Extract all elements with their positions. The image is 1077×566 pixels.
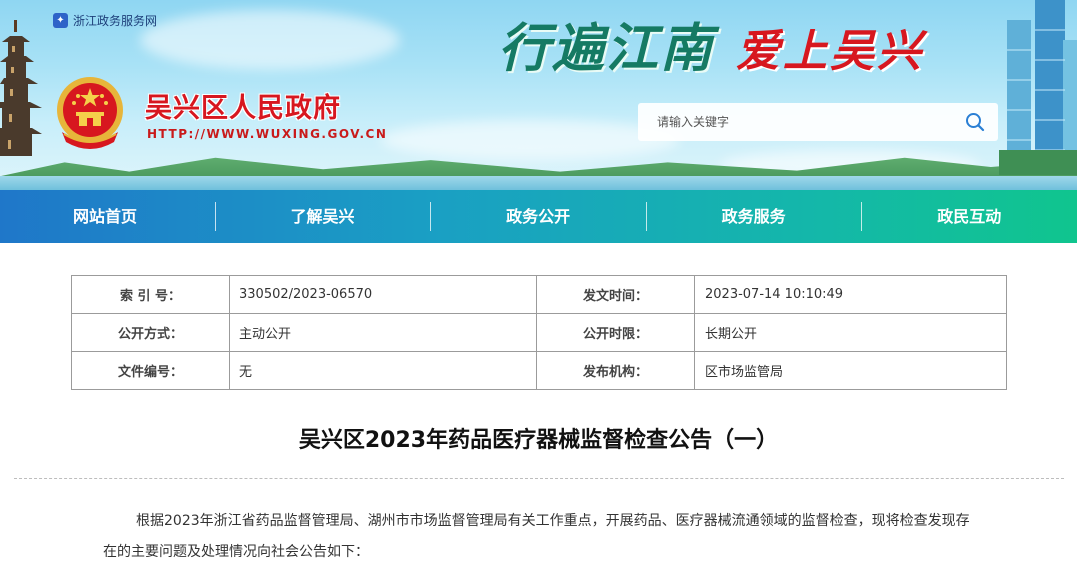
pagoda-illustration <box>0 20 42 156</box>
date-value: 2023-07-14 10:10:49 <box>694 275 1007 314</box>
nav-item-about[interactable]: 了解吴兴 <box>214 190 431 243</box>
document-info-table: 索 引 号： 330502/2023-06570 发文时间： 2023-07-1… <box>71 275 1007 390</box>
search-button[interactable] <box>952 103 998 141</box>
nav-item-gov-services[interactable]: 政务服务 <box>645 190 862 243</box>
nav-item-gov-affairs[interactable]: 政务公开 <box>430 190 646 243</box>
org-label: 发布机构： <box>536 351 695 390</box>
docno-label: 文件编号： <box>71 351 230 390</box>
portal-link-label: 浙江政务服务网 <box>73 14 158 28</box>
nav-item-home[interactable]: 网站首页 <box>0 190 215 243</box>
period-value: 长期公开 <box>694 313 1007 352</box>
slogan-part2: 爱上吴兴 <box>736 26 925 77</box>
skyscraper-illustration <box>999 0 1077 175</box>
header-banner: ✦ 浙江政务服务网 吴兴区人民政府 HTTP://WWW.WUXING.GOV.… <box>0 0 1077 190</box>
slogan: 行遍江南 爱上吴兴 <box>498 6 924 81</box>
search-input[interactable] <box>638 103 952 141</box>
zhejiang-portal-link[interactable]: ✦ 浙江政务服务网 <box>53 12 157 29</box>
search-icon <box>966 113 985 132</box>
index-value: 330502/2023-06570 <box>229 275 537 314</box>
table-row: 公开方式： 主动公开 公开时限： 长期公开 <box>71 313 1007 352</box>
article-title: 吴兴区2023年药品医疗器械监督检查公告（一） <box>298 428 779 453</box>
index-label: 索 引 号： <box>71 275 230 314</box>
portal-logo-icon: ✦ <box>53 13 68 28</box>
national-emblem-icon <box>57 77 123 149</box>
method-label: 公开方式： <box>71 313 230 352</box>
date-label: 发文时间： <box>536 275 695 314</box>
article-paragraph: 根据2023年浙江省药品监督管理局、湖州市市场监督管理局有关工作重点，开展药品、… <box>103 513 970 560</box>
site-name: 吴兴区人民政府 <box>145 93 341 124</box>
method-value: 主动公开 <box>229 313 537 352</box>
period-label: 公开时限： <box>536 313 695 352</box>
table-row: 索 引 号： 330502/2023-06570 发文时间： 2023-07-1… <box>71 275 1007 314</box>
search-box <box>638 103 998 141</box>
docno-value: 无 <box>229 351 537 390</box>
water-decoration <box>0 176 1077 190</box>
table-row: 文件编号： 无 发布机构： 区市场监管局 <box>71 351 1007 390</box>
site-url: HTTP://WWW.WUXING.GOV.CN <box>147 127 388 141</box>
org-value: 区市场监管局 <box>694 351 1007 390</box>
nav-item-interaction[interactable]: 政民互动 <box>861 190 1077 243</box>
slogan-part1: 行遍江南 <box>498 18 715 79</box>
title-divider <box>14 478 1064 479</box>
main-nav: 网站首页 了解吴兴 政务公开 政务服务 政民互动 <box>0 190 1077 243</box>
